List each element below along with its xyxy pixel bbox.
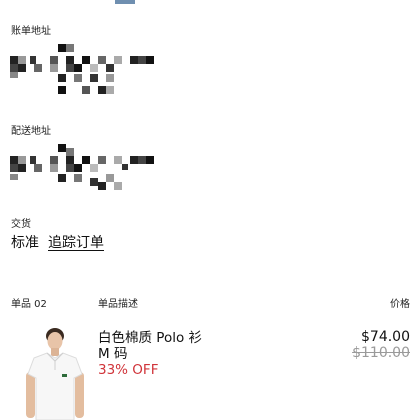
- sale-price: $74.00: [361, 329, 410, 345]
- original-price: $110.00: [352, 345, 410, 361]
- price-header: 价格: [390, 299, 410, 310]
- product-image[interactable]: [20, 326, 90, 420]
- billing-address-redacted: [10, 44, 154, 94]
- item-count-label: 单品 02: [11, 299, 47, 310]
- delivery-method: 标准: [11, 235, 39, 251]
- shipping-address-redacted: [10, 144, 154, 190]
- billing-address-label: 账单地址: [11, 26, 51, 37]
- shipping-address-label: 配送地址: [11, 126, 51, 137]
- item-description-header: 单品描述: [98, 299, 138, 310]
- top-tab-indicator: [115, 0, 135, 4]
- delivery-label: 交货: [11, 219, 31, 230]
- discount-badge: 33% OFF: [98, 362, 159, 378]
- product-size: M 码: [98, 346, 128, 362]
- track-order-link[interactable]: 追踪订单: [48, 232, 104, 252]
- product-name[interactable]: 白色棉质 Polo 衫: [98, 330, 210, 346]
